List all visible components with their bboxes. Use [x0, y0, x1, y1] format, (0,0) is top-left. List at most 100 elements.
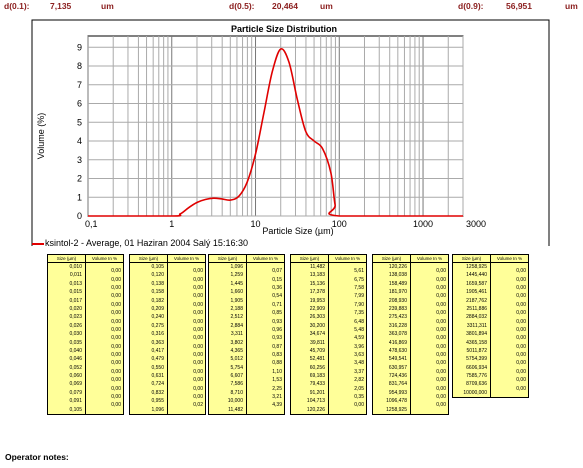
size-cell: 0,035	[69, 339, 82, 346]
volume-cell: 0,88	[272, 360, 282, 367]
size-cell: 2187,762	[466, 297, 487, 304]
table-header: Size (µm) Volume In %	[291, 255, 366, 263]
volume-cell: 0,00	[111, 402, 121, 409]
size-cell: 0,240	[151, 314, 164, 321]
size-cell: 0,069	[69, 381, 82, 388]
size-cell: 1,905	[230, 297, 243, 304]
size-cell: 0,363	[151, 339, 164, 346]
size-cell: 0,013	[69, 280, 82, 287]
volume-cell: 0,00	[436, 301, 446, 308]
size-cell: 478,630	[388, 347, 407, 354]
size-cell: 2884,032	[466, 314, 487, 321]
chart-title: Particle Size Distribution	[231, 24, 337, 34]
size-column: 11,482 13,183 15,136 17,378 19,953 22,909 26,3…	[291, 263, 329, 415]
table-header: Size (µm) Volume In %	[453, 255, 528, 263]
size-cell: 69,183	[309, 373, 325, 380]
size-column-header: Size (µm)	[130, 255, 168, 262]
size-cell: 0,040	[69, 347, 82, 354]
volume-cell: 0,15	[272, 276, 282, 283]
size-cell: 4365,158	[466, 339, 487, 346]
size-cell: 5,754	[230, 364, 243, 371]
volume-cell: 0,00	[193, 276, 203, 283]
volume-cell: 3,21	[272, 394, 282, 401]
size-cell: 0,023	[69, 314, 82, 321]
size-cell: 0,138	[151, 280, 164, 287]
size-cell: 10000,000	[463, 389, 487, 396]
volume-cell: 0,00	[193, 301, 203, 308]
size-cell: 363,078	[388, 331, 407, 338]
volume-cell: 0,00	[436, 310, 446, 317]
size-cell: 1,259	[230, 272, 243, 279]
volume-cell: 0,00	[193, 326, 203, 333]
size-table-2: Size (µm) Volume In % 0,105 0,120 0,138 0,158…	[129, 254, 206, 416]
size-cell: 2511,886	[466, 305, 487, 312]
size-cell: 0,832	[151, 389, 164, 396]
volume-column: 0,07 0,15 0,36 0,54 0,71 0,85 0,93 0,96 0,93 0,87…	[247, 263, 284, 414]
volume-cell: 3,37	[354, 368, 364, 375]
volume-cell: 0,54	[272, 293, 282, 300]
volume-column-header: Volume In %	[252, 256, 279, 261]
volume-cell: 0,00	[436, 326, 446, 333]
size-cell: 1445,440	[466, 272, 487, 279]
volume-cell: 7,58	[354, 284, 364, 291]
volume-cell: 0,00	[193, 335, 203, 342]
y-tick-label: 0	[77, 211, 82, 221]
size-cell: 13,183	[309, 272, 325, 279]
legend-series-label: ksintol-2 - Average, 01 Haziran 2004 Sal…	[45, 238, 248, 248]
volume-cell: 0,00	[436, 335, 446, 342]
volume-cell: 0,07	[272, 268, 282, 275]
size-column-header: Size (µm)	[373, 255, 411, 262]
table-header: Size (µm) Volume In %	[209, 255, 284, 263]
volume-cell: 0,83	[272, 352, 282, 359]
volume-cell: 0,00	[436, 276, 446, 283]
size-cell: 416,869	[388, 339, 407, 346]
volume-cell: 0,00	[516, 343, 526, 350]
volume-cell: 0,00	[436, 377, 446, 384]
y-tick-label: 9	[77, 42, 82, 52]
size-cell: 1659,587	[466, 280, 487, 287]
size-cell: 0,316	[151, 331, 164, 338]
size-cell: 3,802	[230, 339, 243, 346]
volume-cell: 5,48	[354, 326, 364, 333]
volume-cell: 0,00	[193, 394, 203, 401]
size-cell: 3311,311	[466, 322, 487, 329]
size-cell: 831,764	[388, 381, 407, 388]
psd-chart: 0,1 1 10 100 1000 3000 0 1 2 3 4 5 6 7 8 9 Particle Siz…	[0, 14, 583, 248]
size-cell: 4,365	[230, 347, 243, 354]
size-cell: 316,228	[388, 322, 407, 329]
size-cell: 0,724	[151, 381, 164, 388]
x-tick-label: 0,1	[85, 219, 98, 229]
size-cell: 0,015	[69, 289, 82, 296]
size-cell: 2,884	[230, 322, 243, 329]
size-cell: 22,909	[309, 305, 325, 312]
volume-cell: 0,00	[516, 318, 526, 325]
volume-cell: 0,00	[193, 318, 203, 325]
volume-cell: 0,00	[436, 368, 446, 375]
volume-cell: 0,00	[111, 368, 121, 375]
size-cell: 0,955	[151, 398, 164, 405]
size-cell: 138,038	[388, 272, 407, 279]
volume-cell: 0,00	[516, 293, 526, 300]
legend-swatch	[32, 242, 44, 245]
volume-cell: 0,00	[193, 268, 203, 275]
volume-cell: 1,53	[272, 377, 282, 384]
volume-cell: 3,96	[354, 343, 364, 350]
size-cell: 0,046	[69, 356, 82, 363]
volume-cell: 0,93	[272, 335, 282, 342]
size-cell: 0,417	[151, 347, 164, 354]
size-cell: 0,079	[69, 389, 82, 396]
volume-cell: 0,85	[272, 310, 282, 317]
size-cell: 104,713	[306, 398, 325, 405]
size-cell: 11,482	[310, 264, 325, 270]
volume-cell: 0,00	[193, 385, 203, 392]
size-cell: 954,993	[388, 389, 407, 396]
size-column-header: Size (µm)	[291, 255, 329, 262]
size-cell: 1,096	[151, 406, 164, 413]
chart-legend: ksintol-2 - Average, 01 Haziran 2004 Sal…	[32, 238, 248, 248]
size-cell: 39,811	[310, 339, 325, 346]
d01-value: 7,135	[50, 1, 72, 11]
volume-cell: 0,00	[193, 368, 203, 375]
size-cell: 8709,636	[466, 381, 487, 388]
size-cell: 181,970	[388, 289, 407, 296]
size-cell: 0,052	[69, 364, 82, 371]
